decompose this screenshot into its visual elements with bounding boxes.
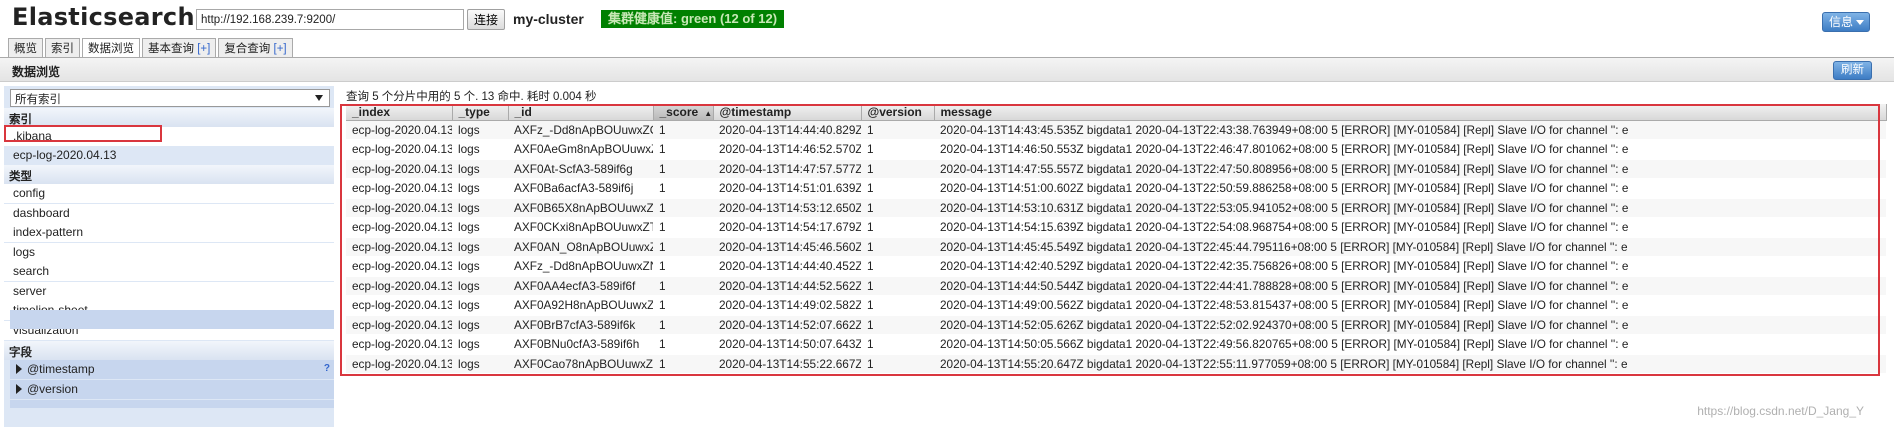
- watermark: https://blog.csdn.net/D_Jang_Y: [1697, 404, 1864, 418]
- index-select-value: 所有索引: [15, 94, 61, 106]
- results-highlight: [340, 104, 1880, 376]
- tab-label: 数据浏览: [88, 43, 134, 55]
- browser-title: 数据浏览: [12, 65, 61, 79]
- type-item-config[interactable]: config: [4, 184, 334, 203]
- tab-label: 基本查询: [148, 43, 194, 55]
- tab-label: 索引: [51, 43, 74, 55]
- field-item-timestamp[interactable]: @timestamp ?: [10, 360, 334, 379]
- type-item-server[interactable]: server: [4, 281, 334, 301]
- field-name: @version: [27, 382, 78, 396]
- tab-basic-query[interactable]: 基本查询 [+]: [142, 38, 217, 57]
- caret-right-icon: [16, 384, 22, 394]
- browser-toolbar: 数据浏览 刷新: [0, 58, 1894, 82]
- index-item-ecp-log[interactable]: ecp-log-2020.04.13: [4, 146, 334, 165]
- index-select[interactable]: 所有索引: [10, 89, 330, 107]
- tab-data-browser[interactable]: 数据浏览: [82, 38, 140, 58]
- connect-button[interactable]: 连接: [467, 9, 506, 30]
- tab-overview[interactable]: 概览: [8, 38, 43, 57]
- cluster-name: my-cluster: [513, 11, 584, 27]
- type-item-logs[interactable]: logs: [4, 242, 334, 262]
- type-section-heading: 类型: [4, 165, 334, 184]
- field-item-version[interactable]: @version: [10, 380, 334, 399]
- query-summary: 查询 5 个分片中用的 5 个. 13 命中. 耗时 0.004 秒: [346, 91, 597, 103]
- refresh-button[interactable]: 刷新: [1833, 61, 1872, 80]
- type-item-search[interactable]: search: [4, 262, 334, 281]
- type-item-dashboard[interactable]: dashboard: [4, 203, 334, 223]
- cluster-health-badge: 集群健康值: green (12 of 12): [601, 10, 785, 28]
- cluster-url-input[interactable]: [196, 9, 464, 30]
- info-dropdown-button[interactable]: 信息: [1822, 12, 1870, 32]
- help-icon[interactable]: ?: [324, 363, 330, 374]
- add-tab-link[interactable]: [+]: [274, 43, 287, 55]
- field-name: @timestamp: [27, 362, 95, 376]
- add-tab-link[interactable]: [+]: [197, 43, 210, 55]
- app-header: Elasticsearch 连接 my-cluster 集群健康值: green…: [0, 0, 1894, 36]
- info-label: 信息: [1829, 15, 1854, 29]
- tab-label: 复合查询: [224, 43, 271, 55]
- type-item-index-pattern[interactable]: index-pattern: [4, 223, 334, 242]
- caret-down-icon: [1856, 20, 1864, 25]
- chevron-down-icon: [315, 95, 323, 101]
- selected-index-highlight: [4, 125, 162, 142]
- tab-indices[interactable]: 索引: [45, 38, 80, 57]
- field-item-partial: [10, 400, 334, 408]
- tab-compound-query[interactable]: 复合查询 [+]: [218, 38, 293, 57]
- field-section-heading: 字段: [4, 341, 334, 360]
- tab-label: 概览: [14, 43, 37, 55]
- caret-right-icon: [16, 364, 22, 374]
- main-tabs: 概览 索引 数据浏览 基本查询 [+] 复合查询 [+]: [8, 38, 295, 58]
- app-logo: Elasticsearch: [12, 3, 195, 31]
